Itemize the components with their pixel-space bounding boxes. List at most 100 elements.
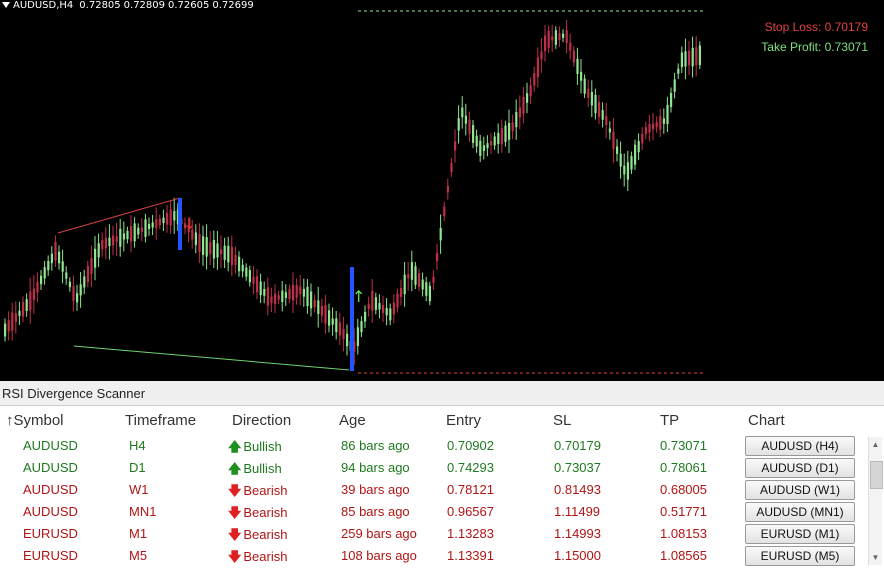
open-chart-button[interactable]: AUDUSD (W1) (745, 480, 855, 500)
candle-body (511, 122, 514, 132)
open-chart-button[interactable]: AUDUSD (H4) (745, 436, 855, 456)
cell-symbol: AUDUSD (23, 460, 78, 475)
cell-entry: 1.13283 (447, 526, 494, 541)
candle-body (104, 238, 107, 249)
table-row[interactable]: EURUSD M1 🡇 Bearish 259 bars ago 1.13283 … (0, 523, 884, 545)
candle-body (212, 239, 215, 259)
vertical-scrollbar[interactable]: ▲ ▼ (868, 437, 883, 565)
open-chart-button[interactable]: EURUSD (M5) (745, 546, 855, 566)
price-chart[interactable]: ↓ ↑ AUDUSD,H4 0.72805 0.72809 0.72605 0.7269… (0, 0, 884, 380)
scrollbar-thumb[interactable] (870, 461, 883, 489)
candle-body (400, 288, 403, 297)
candle-body (518, 107, 521, 118)
cell-entry: 0.78121 (447, 482, 494, 497)
candle-body (126, 230, 129, 240)
candle-body (252, 276, 255, 284)
candle-body (562, 33, 565, 38)
table-row[interactable]: AUDUSD H4 🡅 Bullish 86 bars ago 0.70902 0… (0, 435, 884, 457)
candle-body (313, 299, 316, 308)
table-row[interactable]: AUDUSD D1 🡅 Bullish 94 bars ago 0.74293 0… (0, 457, 884, 479)
candle-body (94, 248, 97, 268)
candle-body (130, 226, 133, 242)
table-row[interactable]: AUDUSD W1 🡇 Bearish 39 bars ago 0.78121 0… (0, 479, 884, 501)
arrow-down-icon: 🡇 (228, 549, 242, 564)
candle-body (7, 320, 10, 332)
candle-body (43, 267, 46, 279)
col-direction-header[interactable]: Direction (232, 412, 291, 429)
candle-body (166, 213, 169, 225)
col-symbol-header[interactable]: ↑Symbol (6, 412, 64, 429)
open-chart-button[interactable]: EURUSD (M1) (745, 524, 855, 544)
col-entry-header[interactable]: Entry (446, 412, 481, 429)
candle-body (605, 116, 608, 126)
cell-tp: 1.08153 (660, 526, 707, 541)
candle-body (320, 305, 323, 316)
cell-tp: 0.78061 (660, 460, 707, 475)
candle-body (335, 318, 338, 333)
candle-body (641, 133, 644, 144)
col-tp-header[interactable]: TP (660, 412, 679, 429)
candle-body (626, 162, 629, 180)
candle-body (450, 162, 453, 173)
candle-body (54, 241, 57, 261)
candle-body (652, 123, 655, 130)
candle-body (40, 275, 43, 285)
col-sl-header[interactable]: SL (553, 412, 571, 429)
candle-body (50, 253, 53, 264)
candle-body (540, 51, 543, 60)
candle-body (486, 143, 489, 149)
candlestick-plot[interactable]: ↓ ↑ (0, 0, 884, 380)
candle-body (18, 310, 21, 316)
candle-body (32, 288, 35, 300)
cell-timeframe: M5 (129, 548, 148, 563)
candle-body (83, 276, 86, 288)
candle-body (655, 122, 658, 128)
col-chart-header: Chart (748, 412, 785, 429)
col-timeframe-header[interactable]: Timeframe (125, 412, 196, 429)
table-row[interactable]: EURUSD M5 🡇 Bearish 108 bars ago 1.13391 … (0, 545, 884, 567)
candle-body (691, 47, 694, 67)
scroll-up-icon[interactable]: ▲ (870, 439, 881, 450)
quote-close: 0.72699 (212, 0, 254, 11)
col-age-header[interactable]: Age (339, 412, 366, 429)
candle-body (493, 136, 496, 146)
candle-body (22, 301, 25, 317)
candle-body (367, 304, 370, 310)
candle-body (529, 85, 532, 97)
chart-symbol: AUDUSD,H4 (13, 0, 74, 11)
candle-body (112, 235, 115, 246)
candle-body (688, 50, 691, 66)
candle-body (446, 186, 449, 193)
candle-body (346, 333, 349, 347)
candle-body (662, 118, 665, 124)
candle-body (65, 272, 68, 279)
candle-body (670, 92, 673, 108)
candle-body (436, 252, 439, 262)
candle-body (551, 36, 554, 41)
candle-body (536, 57, 539, 78)
table-row[interactable]: AUDUSD MN1 🡇 Bearish 85 bars ago 0.96567 … (0, 501, 884, 523)
cell-sl: 0.70179 (554, 438, 601, 453)
candle-body (464, 115, 467, 124)
candle-body (194, 232, 197, 245)
candle-body (389, 308, 392, 321)
cell-age: 86 bars ago (341, 438, 410, 453)
open-chart-button[interactable]: AUDUSD (D1) (745, 458, 855, 478)
cell-direction: 🡇 Bearish (228, 548, 287, 570)
candle-body (533, 73, 536, 86)
cell-tp: 0.51771 (660, 504, 707, 519)
candle-body (11, 312, 14, 331)
candle-body (101, 239, 104, 250)
cell-age: 39 bars ago (341, 482, 410, 497)
scanner-panel: RSI Divergence Scanner ↑Symbol Timeframe… (0, 381, 884, 584)
candle-body (598, 102, 601, 117)
dropdown-triangle-icon[interactable] (2, 2, 10, 8)
candle-body (414, 266, 417, 285)
candle-body (576, 58, 579, 74)
scroll-down-icon[interactable]: ▼ (870, 552, 881, 563)
candle-body (648, 124, 651, 133)
open-chart-button[interactable]: AUDUSD (MN1) (745, 502, 855, 522)
candle-body (443, 206, 446, 217)
candle-body (659, 116, 662, 130)
candle-body (234, 254, 237, 265)
